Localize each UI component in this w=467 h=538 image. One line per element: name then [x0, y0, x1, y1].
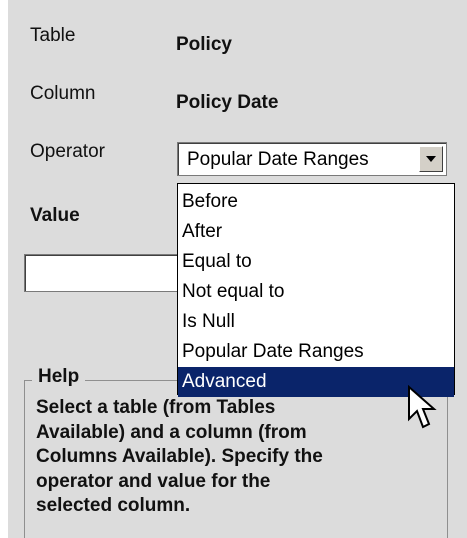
- operator-label: Operator: [30, 141, 105, 162]
- value-input[interactable]: [24, 254, 184, 292]
- operator-dropdown-button[interactable]: [419, 146, 443, 172]
- column-value: Policy Date: [176, 92, 279, 113]
- operator-selected-value: Popular Date Ranges: [187, 149, 369, 170]
- mouse-pointer-icon: [408, 385, 437, 429]
- help-text-line: Columns Available). Specify the: [36, 446, 323, 467]
- value-label: Value: [30, 205, 80, 226]
- dropdown-option-after[interactable]: After: [178, 217, 454, 247]
- table-label: Table: [30, 25, 76, 46]
- chevron-down-icon: [426, 156, 436, 162]
- column-label: Column: [30, 83, 96, 104]
- dropdown-option-is-null[interactable]: Is Null: [178, 307, 454, 337]
- help-title: Help: [32, 366, 86, 388]
- dropdown-option-not-equal-to[interactable]: Not equal to: [178, 277, 454, 307]
- operator-combobox[interactable]: Popular Date Ranges: [177, 142, 447, 176]
- dropdown-option-before[interactable]: Before: [178, 187, 454, 217]
- dropdown-option-equal-to[interactable]: Equal to: [178, 247, 454, 277]
- operator-dropdown-list[interactable]: Before After Equal to Not equal to Is Nu…: [177, 183, 455, 397]
- help-text: Select a table (from Tables Available) a…: [36, 396, 426, 519]
- dropdown-option-popular-date-ranges[interactable]: Popular Date Ranges: [178, 337, 454, 367]
- help-text-line: Available) and a column (from: [36, 421, 307, 443]
- help-text-line: Select a table (from Tables: [36, 397, 276, 418]
- table-value: Policy: [176, 34, 232, 55]
- help-text-line: operator and value for the: [36, 470, 271, 492]
- help-text-line: selected column.: [36, 495, 191, 516]
